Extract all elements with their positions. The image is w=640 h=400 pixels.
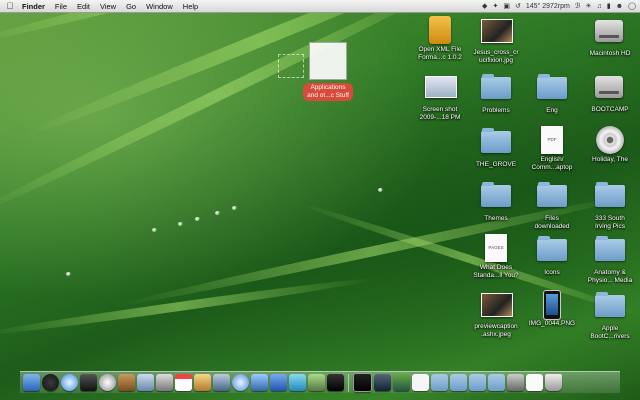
document-icon[interactable] (412, 374, 429, 391)
screens-icon[interactable] (507, 374, 524, 391)
downloads-stack-icon[interactable] (450, 374, 467, 391)
desktop-item-irving-pics[interactable]: 333 South Irving Pics (580, 180, 640, 231)
trash-icon[interactable] (545, 374, 562, 391)
drag-preview-icon (309, 42, 347, 80)
pages-document-icon: PAGES (485, 234, 507, 262)
menu-go[interactable]: Go (121, 2, 141, 11)
menu-finder[interactable]: Finder (17, 2, 50, 11)
desktop-item-screen-shot[interactable]: Screen shot 2009-...18 PM (410, 72, 470, 122)
apple-menu-icon[interactable]:  (3, 1, 17, 11)
desktop-item-problems[interactable]: Problems (466, 72, 526, 115)
user-icon[interactable]: ☻ (616, 3, 623, 10)
hard-drive-icon (595, 20, 623, 42)
quicktime-icon[interactable] (80, 374, 97, 391)
desktop-item-apple-bootcamp-drivers[interactable]: Apple BootC...rivers (580, 290, 640, 341)
desktop-item-anatomy[interactable]: Anatomy & Physio... Media (580, 234, 640, 285)
clock-icon[interactable] (99, 374, 116, 391)
iphone-image-icon (543, 290, 561, 320)
folder-icon (595, 182, 625, 207)
folder-icon (481, 128, 511, 153)
wifi-icon[interactable]: ☀ (585, 2, 591, 10)
hard-drive-icon (595, 76, 623, 98)
menu-window[interactable]: Window (141, 2, 178, 11)
menu-extras: ◆ ✦ ▣ ↺ 145° 2972rpm ℬ ☀ ♫ ▮ ☻ ◯ (482, 2, 640, 11)
folder-icon (595, 292, 625, 317)
mail-icon[interactable] (213, 374, 230, 391)
folder-icon (537, 74, 567, 99)
twitter-icon[interactable] (289, 374, 306, 391)
desktop-item-english-comm[interactable]: PDF English/ Comm...aptop (522, 126, 582, 172)
calendar-icon[interactable] (175, 374, 192, 391)
screenshot-thumbnail-icon (425, 76, 457, 98)
dock (20, 371, 620, 393)
menu-help[interactable]: Help (178, 2, 203, 11)
outlook-installer-icon (429, 16, 451, 44)
bluetooth-icon[interactable]: ℬ (575, 2, 581, 10)
dropbox-icon[interactable]: ◆ (482, 2, 487, 10)
activity-icon[interactable] (327, 374, 344, 391)
dragged-item-label: Applications and ot...c Stuff (303, 83, 353, 101)
folder-icon (537, 236, 567, 261)
web-icon[interactable] (270, 374, 287, 391)
folder-icon (595, 236, 625, 261)
menu-file[interactable]: File (50, 2, 72, 11)
desktop-item-eng[interactable]: Eng (522, 72, 582, 115)
desktop-item-open-xml-converter[interactable]: Open XML File Forma...c 1.0.2 (410, 16, 470, 62)
folder-icon (481, 74, 511, 99)
desktop-item-bootcamp[interactable]: BOOTCAMP (580, 72, 640, 114)
music-icon[interactable] (251, 374, 268, 391)
dvd-icon (596, 126, 624, 154)
bird-icon[interactable] (308, 374, 325, 391)
page-icon[interactable] (526, 374, 543, 391)
utility-icon[interactable] (156, 374, 173, 391)
desktop-item-img-0044[interactable]: IMG_0044.PNG (522, 290, 582, 328)
sensor-status[interactable]: 145° 2972rpm (526, 3, 570, 10)
address-book-icon[interactable] (118, 374, 135, 391)
dragged-item[interactable]: Applications and ot...c Stuff (298, 42, 358, 102)
battery-icon[interactable]: ▮ (607, 2, 611, 10)
time-machine-icon[interactable]: ↺ (515, 2, 521, 10)
volume-icon[interactable]: ♫ (597, 3, 602, 10)
finder-icon[interactable] (23, 374, 40, 391)
menu-view[interactable]: View (95, 2, 121, 11)
safari-icon[interactable] (61, 374, 78, 391)
desktop-item-files-downloaded[interactable]: Files downloaded (522, 180, 582, 231)
folder-icon (481, 182, 511, 207)
preview-icon[interactable] (137, 374, 154, 391)
applications-stack-icon[interactable] (488, 374, 505, 391)
desktop-item-holiday-dvd[interactable]: Holiday, The (580, 126, 640, 164)
photos-icon[interactable] (194, 374, 211, 391)
folder-icon (537, 182, 567, 207)
dock-separator (348, 373, 349, 392)
folder-stack-icon[interactable] (431, 374, 448, 391)
menu-bar:  Finder File Edit View Go Window Help ◆… (0, 0, 640, 13)
twitter-menu-icon[interactable]: ✦ (492, 2, 498, 10)
terminal-icon[interactable] (353, 373, 372, 392)
desktop-item-themes[interactable]: Themes (466, 180, 526, 223)
spotlight-icon[interactable]: ◯ (628, 2, 636, 10)
spaces-icon[interactable] (374, 374, 391, 391)
desktop-item-macintosh-hd[interactable]: Macintosh HD (580, 16, 640, 58)
photo-icon[interactable] (393, 374, 410, 391)
itunes-icon[interactable] (232, 374, 249, 391)
spaces-menu-icon[interactable]: ▣ (503, 2, 510, 10)
desktop-item-the-grove[interactable]: THE_GROVE (466, 126, 526, 169)
menu-edit[interactable]: Edit (72, 2, 95, 11)
documents-stack-icon[interactable] (469, 374, 486, 391)
image-thumbnail-icon (481, 293, 513, 317)
dashboard-icon[interactable] (42, 374, 59, 391)
desktop-item-jesus-jpg[interactable]: Jesus_cross_cr ucifixion.jpg (466, 16, 526, 65)
desktop-item-what-does-standard[interactable]: PAGES What Does Standa...ll You? (466, 234, 526, 280)
image-thumbnail-icon (481, 19, 513, 43)
pdf-document-icon: PDF (541, 126, 563, 154)
desktop-item-previewcaption[interactable]: previewcaption .ashx.jpeg (466, 290, 526, 339)
desktop-item-icons[interactable]: Icons (522, 234, 582, 277)
